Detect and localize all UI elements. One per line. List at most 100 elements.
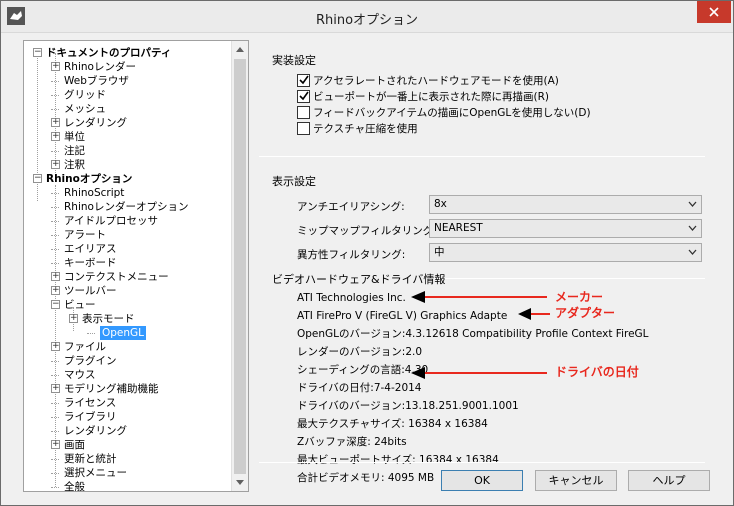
checkbox-box[interactable] [297,121,310,135]
expand-icon[interactable]: + [69,314,78,323]
annotation-arrow-icon [518,308,550,320]
mipmap-filter-label: ミップマップフィルタリング: [297,225,437,237]
scroll-down-arrow-icon[interactable] [232,474,248,491]
tree-item[interactable]: + ツールバー [24,284,229,298]
help-button[interactable]: ヘルプ [628,470,710,491]
video-info-line: レンダーのバージョン:2.0 [297,346,423,358]
expand-icon[interactable]: + [51,132,60,141]
tree-item-label: メッシュ [64,103,106,115]
tree-connector [51,151,59,152]
checkbox-texture-compression[interactable]: テクスチャ圧縮を使用 [297,121,418,135]
scroll-up-arrow-icon[interactable] [232,41,248,58]
expand-icon[interactable]: + [51,440,60,449]
tree-item[interactable]: ライブラリ [24,410,229,424]
tree-item[interactable]: メッシュ [24,102,229,116]
tree-item[interactable]: + モデリング補助機能 [24,382,229,396]
video-info-line: Zバッファ深度: 24bits [297,436,407,448]
video-info-line: 最大テクスチャサイズ: 16384 x 16384 [297,418,488,430]
checkbox-redraw-on-top[interactable]: ビューポートが一番上に表示された際に再描画(R) [297,89,549,103]
tree-item[interactable]: マウス [24,368,229,382]
tree-item[interactable]: 更新と統計 [24,452,229,466]
tree-item-label: 選択メニュー [64,467,127,479]
close-button[interactable] [697,1,731,23]
tree-item[interactable]: + レンダリング [24,116,229,130]
checkbox-accelerated-hardware[interactable]: アクセラレートされたハードウェアモードを使用(A) [297,73,559,87]
tree-item[interactable]: − ドキュメントのプロパティ [24,46,229,60]
tree-item-label: モデリング補助機能 [64,383,159,395]
checkbox-label: アクセラレートされたハードウェアモードを使用(A) [313,74,559,87]
tree-item[interactable]: Rhinoレンダーオプション [24,200,229,214]
anisotropic-filter-select[interactable]: 中 [429,243,702,262]
expand-icon[interactable]: + [51,118,60,127]
tree-item-label: キーボード [64,257,117,269]
tree-item[interactable]: アラート [24,228,229,242]
tree-item-label: レンダリング [64,425,127,437]
tree-item[interactable]: 注記 [24,144,229,158]
tree-item[interactable]: レンダリング [24,424,229,438]
annotation-arrow-icon [411,367,547,379]
tree-item[interactable]: + 注釈 [24,158,229,172]
expand-icon[interactable]: + [51,160,60,169]
tree-item-label: 更新と統計 [64,453,117,465]
checkbox-no-opengl-feedback[interactable]: フィードバックアイテムの描画にOpenGLを使用しない(D) [297,105,591,119]
checkbox-label: フィードバックアイテムの描画にOpenGLを使用しない(D) [313,106,591,119]
tree-connector [51,207,59,208]
tree-item[interactable]: − Rhinoオプション [24,172,229,186]
anisotropic-filter-label: 異方性フィルタリング: [297,249,406,261]
tree-item-label: Rhinoレンダーオプション [64,201,189,213]
tree-item[interactable]: + 表示モード [24,312,229,326]
options-tree-panel[interactable]: − ドキュメントのプロパティ + Rhinoレンダー Webブラウザ グリッド メッシュ + レ… [23,40,249,492]
mipmap-filter-select[interactable]: NEAREST [429,219,702,238]
checkbox-box[interactable] [297,89,310,103]
select-value: 8x [434,198,447,210]
expand-icon[interactable]: + [51,286,60,295]
collapse-icon[interactable]: − [33,48,42,57]
expand-icon[interactable]: + [51,384,60,393]
expand-icon[interactable]: + [51,342,60,351]
tree-connector [51,95,59,96]
tree-item-label: 注記 [64,145,85,157]
tree-item[interactable]: 選択メニュー [24,466,229,480]
tree-item[interactable]: + ファイル [24,340,229,354]
tree-item[interactable]: − ビュー [24,298,229,312]
tree-item[interactable]: キーボード [24,256,229,270]
tree-item[interactable]: OpenGL [24,326,229,340]
tree-connector [51,417,59,418]
tree-item-label: レンダリング [64,117,127,129]
divider [259,462,705,463]
tree-item[interactable]: + 単位 [24,130,229,144]
scrollbar-thumb[interactable] [234,59,246,474]
tree-item-label: エイリアス [64,243,117,255]
antialiasing-select[interactable]: 8x [429,195,702,214]
tree-item[interactable]: + コンテクストメニュー [24,270,229,284]
tree-item[interactable]: アイドルプロセッサ [24,214,229,228]
ok-button[interactable]: OK [441,470,523,491]
options-tree[interactable]: − ドキュメントのプロパティ + Rhinoレンダー Webブラウザ グリッド メッシュ + レ… [24,41,232,491]
tree-scrollbar[interactable] [231,41,248,491]
tree-item[interactable]: 全般 [24,480,229,491]
tree-item-label: 注釈 [64,159,85,171]
checkbox-box[interactable] [297,105,310,119]
collapse-icon[interactable]: − [51,300,60,309]
tree-item[interactable]: ライセンス [24,396,229,410]
tree-item-label: 単位 [64,131,85,143]
checkbox-label: ビューポートが一番上に表示された際に再描画(R) [313,90,549,103]
tree-item[interactable]: プラグイン [24,354,229,368]
tree-connector [51,403,59,404]
tree-item[interactable]: + 画面 [24,438,229,452]
tree-item[interactable]: + Rhinoレンダー [24,60,229,74]
checkbox-box[interactable] [297,73,310,87]
tree-item[interactable]: グリッド [24,88,229,102]
tree-connector [51,221,59,222]
video-info-line: ATI FirePro V (FireGL V) Graphics Adapte [297,310,508,322]
expand-icon[interactable]: + [51,272,60,281]
tree-item[interactable]: エイリアス [24,242,229,256]
tree-connector [51,109,59,110]
title-bar[interactable]: Rhinoオプション [1,1,733,33]
tree-item[interactable]: Webブラウザ [24,74,229,88]
tree-item[interactable]: RhinoScript [24,186,229,200]
cancel-button[interactable]: キャンセル [535,470,617,491]
tree-item-label: マウス [64,369,96,381]
expand-icon[interactable]: + [51,62,60,71]
collapse-icon[interactable]: − [33,174,42,183]
